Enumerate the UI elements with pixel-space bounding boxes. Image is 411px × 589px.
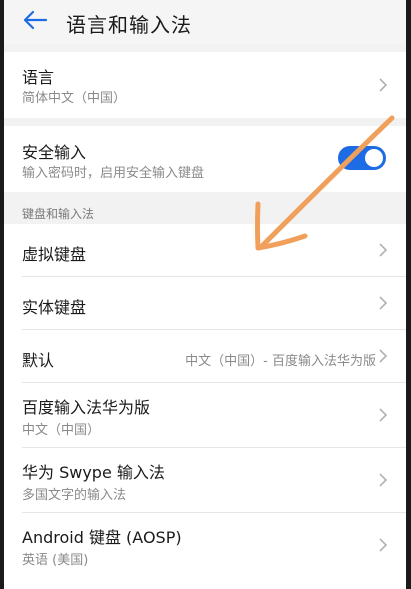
physical-keyboard-label: 实体键盘 (22, 298, 87, 317)
section-header: 键盘和输入法 (22, 207, 95, 221)
chevron-right-icon (379, 473, 388, 487)
aosp-keyboard-language: 英语 (美国) (22, 553, 89, 568)
settings-screen: 语言和输入法 语言 简体中文（中国） 安全输入 输入密码时，启用安全输入键盘 键… (4, 0, 406, 589)
language-card: 语言 简体中文（中国） (4, 52, 406, 118)
default-ime-label: 默认 (22, 351, 55, 370)
chevron-right-icon (379, 243, 388, 257)
physical-keyboard-row[interactable]: 实体键盘 (4, 277, 406, 329)
chevron-right-icon (379, 408, 388, 422)
keyboard-card: 安全输入 输入密码时，启用安全输入键盘 键盘和输入法 虚拟键盘 实体键盘 默认 … (4, 126, 406, 589)
page-title: 语言和输入法 (66, 13, 192, 37)
aosp-keyboard-row[interactable]: Android 键盘 (AOSP) 英语 (美国) (4, 513, 406, 577)
chevron-right-icon (379, 538, 388, 552)
arrow-left-icon[interactable] (22, 9, 48, 31)
chevron-right-icon (379, 78, 388, 92)
secure-input-row[interactable]: 安全输入 输入密码时，启用安全输入键盘 (4, 126, 406, 192)
toggle-knob (365, 149, 383, 167)
virtual-keyboard-label: 虚拟键盘 (22, 245, 87, 264)
baidu-ime-language: 中文（中国） (22, 423, 101, 438)
baidu-ime-row[interactable]: 百度输入法华为版 中文（中国） (4, 383, 406, 447)
swype-ime-row[interactable]: 华为 Swype 输入法 多国文字的输入法 (4, 448, 406, 512)
virtual-keyboard-row[interactable]: 虚拟键盘 (4, 224, 406, 276)
baidu-ime-label: 百度输入法华为版 (22, 398, 151, 417)
secure-input-label: 安全输入 (22, 143, 87, 162)
language-row[interactable]: 语言 简体中文（中国） (4, 52, 406, 118)
language-value: 简体中文（中国） (22, 91, 127, 106)
swype-ime-description: 多国文字的输入法 (22, 488, 127, 503)
default-ime-row[interactable]: 默认 中文（中国）- 百度输入法华为版 (4, 330, 406, 382)
swype-ime-label: 华为 Swype 输入法 (22, 463, 165, 482)
chevron-right-icon (379, 296, 388, 310)
section-header-row: 键盘和输入法 (4, 192, 406, 224)
language-label: 语言 (22, 68, 55, 87)
secure-input-description: 输入密码时，启用安全输入键盘 (22, 166, 205, 181)
app-bar: 语言和输入法 (4, 0, 406, 44)
aosp-keyboard-label: Android 键盘 (AOSP) (22, 528, 182, 547)
default-ime-value: 中文（中国）- 百度输入法华为版 (185, 354, 376, 369)
chevron-right-icon (379, 349, 388, 363)
secure-input-toggle[interactable] (338, 146, 386, 170)
